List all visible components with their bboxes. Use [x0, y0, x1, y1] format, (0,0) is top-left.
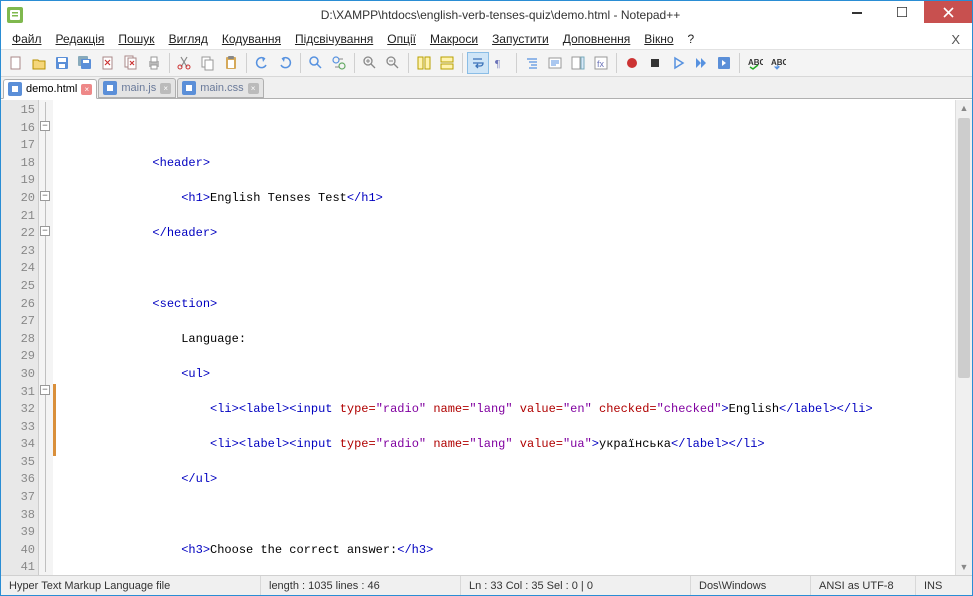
window-buttons [834, 1, 972, 23]
vertical-scrollbar[interactable]: ▲ ▼ [955, 100, 972, 575]
statusbar: Hyper Text Markup Language file length :… [1, 575, 972, 595]
indent-guide-button[interactable] [521, 52, 543, 74]
record-macro-button[interactable] [621, 52, 643, 74]
close-all-button[interactable] [120, 52, 142, 74]
editor[interactable]: 1516171819202122232425262728293031323334… [1, 99, 972, 575]
code-area[interactable]: <header> <h1>English Tenses Test</h1> </… [58, 100, 955, 575]
scroll-up-arrow[interactable]: ▲ [956, 100, 972, 116]
undo-button[interactable] [251, 52, 273, 74]
file-icon [103, 81, 117, 95]
new-file-button[interactable] [5, 52, 27, 74]
separator [169, 53, 170, 73]
tab-main-css[interactable]: main.css × [177, 78, 263, 98]
tab-close-icon[interactable]: × [81, 84, 92, 95]
window-title: D:\XAMPP\htdocs\english-verb-tenses-quiz… [29, 8, 972, 22]
menu-macros[interactable]: Макроси [423, 31, 485, 47]
status-position: Ln : 33 Col : 35 Sel : 0 | 0 [461, 576, 691, 595]
separator [516, 53, 517, 73]
menu-search[interactable]: Пошук [111, 31, 161, 47]
user-lang-button[interactable] [544, 52, 566, 74]
menu-file[interactable]: Файл [5, 31, 49, 47]
redo-button[interactable] [274, 52, 296, 74]
fold-toggle[interactable]: − [40, 191, 50, 201]
open-file-button[interactable] [28, 52, 50, 74]
maximize-button[interactable] [879, 1, 924, 23]
zoom-out-button[interactable] [382, 52, 404, 74]
file-icon [8, 82, 22, 96]
menu-help[interactable]: ? [681, 31, 702, 47]
menubar: Файл Редакція Пошук Вигляд Кодування Під… [1, 29, 972, 49]
menu-plugins[interactable]: Доповнення [556, 31, 638, 47]
separator [246, 53, 247, 73]
menu-run[interactable]: Запустити [485, 31, 556, 47]
stop-macro-button[interactable] [644, 52, 666, 74]
separator [300, 53, 301, 73]
tab-label: main.css [200, 82, 243, 94]
tab-close-icon[interactable]: × [248, 83, 259, 94]
tab-label: demo.html [26, 83, 77, 95]
save-macro-button[interactable] [713, 52, 735, 74]
separator [462, 53, 463, 73]
status-insert-mode: INS [916, 576, 972, 595]
play-multi-button[interactable] [690, 52, 712, 74]
play-macro-button[interactable] [667, 52, 689, 74]
svg-text:fx: fx [597, 59, 605, 69]
save-button[interactable] [51, 52, 73, 74]
paste-button[interactable] [220, 52, 242, 74]
fold-toggle[interactable]: − [40, 121, 50, 131]
separator [616, 53, 617, 73]
svg-text:ABC: ABC [771, 58, 786, 67]
menu-language[interactable]: Підсвічування [288, 31, 380, 47]
status-filetype: Hyper Text Markup Language file [1, 576, 261, 595]
scrollbar-thumb[interactable] [958, 118, 970, 378]
menu-window[interactable]: Вікно [637, 31, 680, 47]
svg-text:ABC: ABC [748, 58, 763, 67]
wordwrap-button[interactable] [467, 52, 489, 74]
menu-options[interactable]: Опції [380, 31, 423, 47]
scroll-down-arrow[interactable]: ▼ [956, 559, 972, 575]
close-button[interactable] [924, 1, 972, 23]
sync-vscroll-button[interactable] [413, 52, 435, 74]
function-list-button[interactable]: fx [590, 52, 612, 74]
file-icon [182, 81, 196, 95]
separator [408, 53, 409, 73]
print-button[interactable] [143, 52, 165, 74]
status-eol: Dos\Windows [691, 576, 811, 595]
app-icon [7, 7, 23, 23]
fold-gutter[interactable]: − − − − [39, 100, 53, 575]
tab-close-icon[interactable]: × [160, 83, 171, 94]
spellcheck-next-button[interactable]: ABC [767, 52, 789, 74]
show-all-chars-button[interactable]: ¶ [490, 52, 512, 74]
svg-text:¶: ¶ [495, 58, 500, 70]
titlebar: D:\XAMPP\htdocs\english-verb-tenses-quiz… [1, 1, 972, 29]
fold-toggle[interactable]: − [40, 385, 50, 395]
status-length: length : 1035 lines : 46 [261, 576, 461, 595]
find-button[interactable] [305, 52, 327, 74]
menu-view[interactable]: Вигляд [162, 31, 215, 47]
toolbar: ¶ fx ABC ABC [1, 49, 972, 77]
separator [354, 53, 355, 73]
tab-demo-html[interactable]: demo.html × [3, 79, 97, 99]
zoom-in-button[interactable] [359, 52, 381, 74]
save-all-button[interactable] [74, 52, 96, 74]
separator [739, 53, 740, 73]
menu-edit[interactable]: Редакція [49, 31, 112, 47]
fold-toggle[interactable]: − [40, 226, 50, 236]
menubar-close-button[interactable]: X [943, 32, 968, 47]
spellcheck-button[interactable]: ABC [744, 52, 766, 74]
doc-map-button[interactable] [567, 52, 589, 74]
sync-hscroll-button[interactable] [436, 52, 458, 74]
line-number-gutter: 1516171819202122232425262728293031323334… [1, 100, 39, 575]
tab-main-js[interactable]: main.js × [98, 78, 176, 98]
copy-button[interactable] [197, 52, 219, 74]
minimize-button[interactable] [834, 1, 879, 23]
menu-encoding[interactable]: Кодування [215, 31, 288, 47]
close-file-button[interactable] [97, 52, 119, 74]
cut-button[interactable] [174, 52, 196, 74]
status-encoding: ANSI as UTF-8 [811, 576, 916, 595]
tab-label: main.js [121, 82, 156, 94]
tabbar: demo.html × main.js × main.css × [1, 77, 972, 99]
replace-button[interactable] [328, 52, 350, 74]
